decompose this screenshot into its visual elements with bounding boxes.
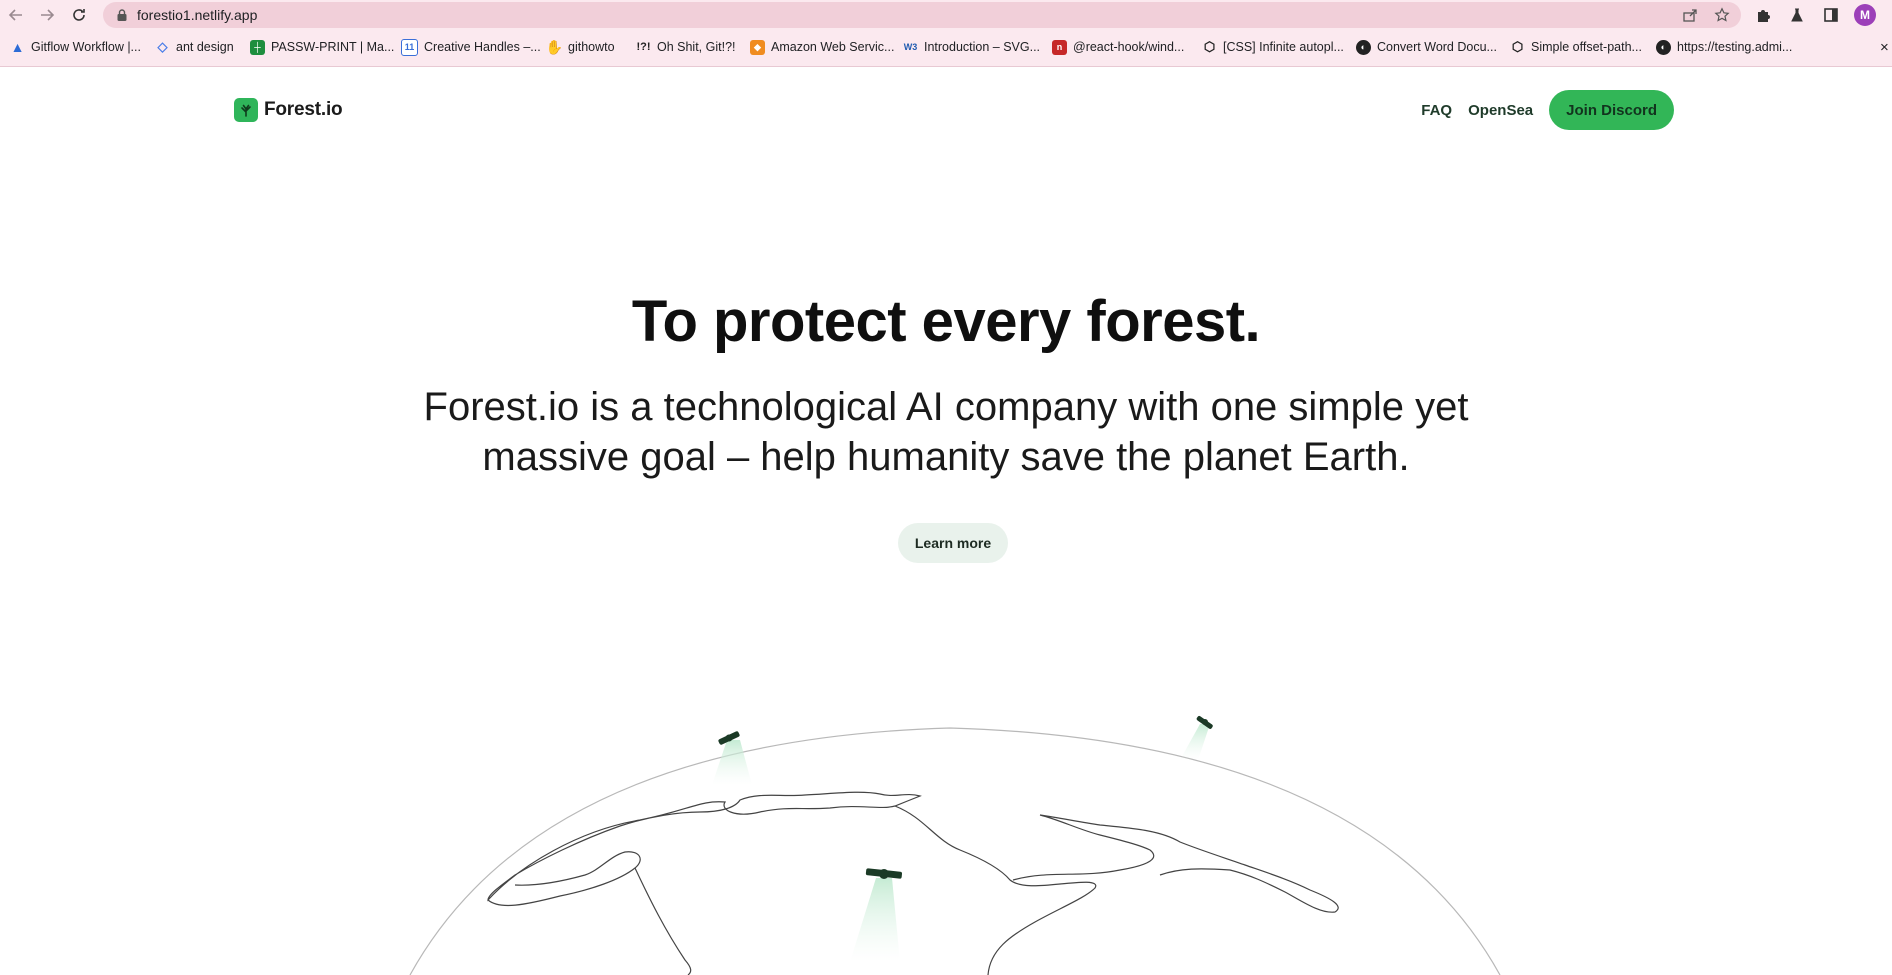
bookmarks-bar: ▲ Gitflow Workflow |... ◇ ant design ┼ PASS… — [0, 34, 1892, 60]
bookmark-item[interactable]: ⬡ Simple offset-path... — [1510, 37, 1642, 57]
bookmark-label: ant design — [176, 40, 234, 54]
bookmark-item[interactable]: ⬡ [CSS] Infinite autopl... — [1202, 37, 1344, 57]
bookmark-label: @react-hook/wind... — [1073, 40, 1185, 54]
bookmark-item[interactable]: ◆ Amazon Web Servic... — [750, 37, 894, 57]
bookmark-item[interactable]: 11 Creative Handles –... — [401, 37, 541, 57]
codepen-icon: ⬡ — [1511, 39, 1524, 54]
bookmark-label: Amazon Web Servic... — [771, 40, 895, 54]
bookmark-label: githowto — [568, 40, 615, 54]
forward-icon[interactable] — [36, 4, 58, 26]
hero-title: To protect every forest. — [631, 289, 1261, 354]
site-header: Forest.io FAQ OpenSea Join Discord — [0, 66, 1892, 156]
bookmarks-close-icon[interactable]: × — [1880, 37, 1889, 57]
back-icon[interactable] — [5, 4, 27, 26]
atlassian-icon: ▲ — [10, 39, 25, 55]
bookmark-item[interactable]: ◐ https://testing.admi... — [1656, 37, 1792, 57]
globe-illustration — [409, 715, 1501, 975]
aws-icon: ◆ — [750, 39, 765, 55]
continent-outline — [1012, 814, 1339, 913]
bookmark-label: Simple offset-path... — [1531, 40, 1642, 54]
address-bar[interactable]: forestio1.netlify.app — [103, 2, 1741, 28]
w3-icon: W3 — [903, 42, 918, 52]
exclaim-icon: !?! — [636, 41, 651, 53]
browser-chrome: forestio1.netlify.app M ▲ Gitflow Workflo… — [0, 0, 1892, 67]
menu-kebab-icon[interactable] — [1888, 4, 1892, 26]
bookmark-label: Creative Handles –... — [424, 40, 541, 54]
nav-link-opensea[interactable]: OpenSea — [1468, 102, 1533, 119]
bookmark-item[interactable]: ◇ ant design — [155, 37, 234, 57]
continent-outline — [634, 867, 692, 975]
continent-outline — [894, 805, 1097, 975]
extensions-puzzle-icon[interactable] — [1752, 4, 1774, 26]
bookmark-item[interactable]: n @react-hook/wind... — [1052, 37, 1184, 57]
bookmark-item[interactable]: ◐ Convert Word Docu... — [1356, 37, 1497, 57]
bookmark-label: PASSW-PRINT | Ma... — [271, 40, 395, 54]
bookmark-label: https://testing.admi... — [1677, 40, 1793, 54]
star-icon[interactable] — [1713, 6, 1731, 24]
npm-icon: n — [1052, 39, 1067, 55]
globe-icon: ◐ — [1656, 39, 1671, 55]
profile-avatar[interactable]: M — [1854, 4, 1876, 26]
logo[interactable]: Forest.io — [234, 98, 343, 122]
bookmark-label: [CSS] Infinite autopl... — [1223, 40, 1344, 54]
globe-outline — [409, 727, 1501, 975]
main-nav: FAQ OpenSea Join Discord — [1421, 90, 1674, 130]
bookmark-label: Oh Shit, Git!?! — [657, 40, 736, 54]
bookmark-item[interactable]: ┼ PASSW-PRINT | Ma... — [250, 37, 394, 57]
satellite-icon — [1180, 715, 1213, 760]
codepen-icon: ⬡ — [1203, 39, 1216, 54]
leaf-logo-icon — [234, 98, 258, 122]
share-icon[interactable] — [1681, 6, 1699, 24]
url-text: forestio1.netlify.app — [137, 7, 258, 23]
bookmark-item[interactable]: ▲ Gitflow Workflow |... — [10, 37, 141, 57]
git-icon: ✋ — [545, 38, 564, 55]
join-discord-button[interactable]: Join Discord — [1549, 90, 1674, 130]
browser-toolbar: forestio1.netlify.app M — [0, 0, 1892, 30]
nav-link-faq[interactable]: FAQ — [1421, 102, 1452, 119]
bookmark-item[interactable]: ✋ githowto — [545, 37, 615, 57]
side-panel-icon[interactable] — [1820, 4, 1842, 26]
globe-icon: ◐ — [1356, 39, 1371, 55]
reload-icon[interactable] — [68, 4, 90, 26]
labs-flask-icon[interactable] — [1786, 4, 1808, 26]
bookmark-item[interactable]: !?! Oh Shit, Git!?! — [636, 37, 736, 57]
calendar-icon: 11 — [401, 38, 418, 56]
sheets-icon: ┼ — [250, 39, 265, 55]
bookmark-label: Introduction – SVG... — [924, 40, 1041, 54]
satellite-icon — [850, 868, 903, 962]
profile-initial: M — [1854, 4, 1876, 26]
bookmark-label: Gitflow Workflow |... — [31, 40, 141, 54]
ant-design-icon: ◇ — [157, 39, 168, 54]
bookmark-item[interactable]: W3 Introduction – SVG... — [903, 37, 1040, 57]
learn-more-button[interactable]: Learn more — [898, 523, 1008, 563]
bookmark-label: Convert Word Docu... — [1377, 40, 1497, 54]
lock-icon — [117, 9, 127, 21]
continent-outline — [487, 791, 922, 902]
hero-subtitle: Forest.io is a technological AI company … — [423, 385, 1469, 479]
logo-text: Forest.io — [264, 99, 343, 120]
